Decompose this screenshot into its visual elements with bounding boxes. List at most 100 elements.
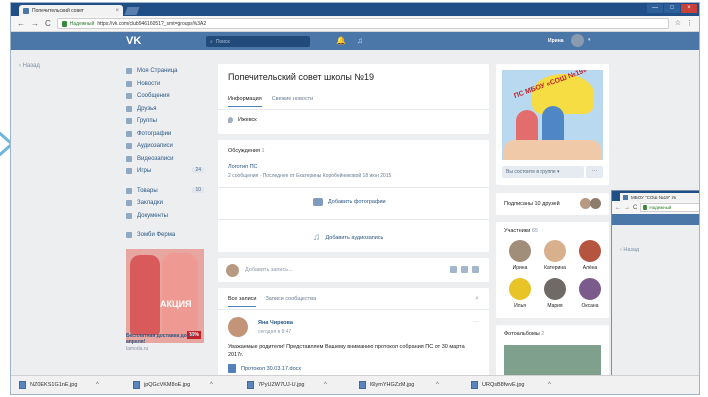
second-browser-window[interactable]: МБОУ "СОШ №19" Ук ← → C Надежный ‹ Назад (611, 190, 699, 378)
download-filename: URQsB8fwvE.jpg (482, 382, 525, 388)
add-audio-button[interactable]: ♫ Добавить аудиозапись (313, 232, 383, 243)
download-item[interactable]: 7PyUZW7UJ-U.jpg ^ (247, 381, 327, 389)
member-item[interactable]: Катерина (539, 240, 571, 271)
author-avatar[interactable] (228, 317, 248, 337)
member-status-button[interactable]: Вы состоите в группе ▾ (502, 166, 584, 178)
address-bar[interactable]: Надежный https://vk.com/club94616051?_sm… (56, 18, 669, 29)
address-bar-row: ← → C Надежный (612, 201, 699, 214)
forward-button[interactable]: → (624, 205, 630, 211)
post-menu-icon[interactable]: ··· (473, 319, 479, 325)
add-photo-button[interactable]: Добавить фотографии (313, 198, 386, 206)
members-title[interactable]: Участники 65 (504, 228, 538, 234)
sidebar-item[interactable]: Игры 24 (126, 165, 204, 178)
post-author[interactable]: Яна Чиркова (258, 320, 293, 326)
download-item[interactable]: NZ0EKS1G1nE.jpg ^ (19, 381, 99, 389)
sidebar-item[interactable]: Видеозаписи (126, 153, 204, 166)
back-button[interactable]: ← (17, 19, 25, 28)
forward-button[interactable]: → (31, 19, 39, 28)
discussions-label: Обсуждения (228, 148, 260, 154)
chevron-up-icon[interactable]: ^ (210, 382, 213, 388)
sidebar-item[interactable]: Друзья (126, 103, 204, 116)
tab-close-icon[interactable]: × (115, 8, 119, 14)
sidebar-item-label: Видеозаписи (137, 155, 174, 162)
back-link[interactable]: ‹ Назад (620, 247, 639, 253)
vk-search-input[interactable]: ⌕ Поиск (206, 36, 310, 47)
download-item[interactable]: l6lymYHGZzM.jpg ^ (359, 381, 439, 389)
sidebar-item[interactable]: Товары 10 (126, 185, 204, 198)
url-text[interactable]: https://vk.com/club94616051?_smt=groups%… (97, 21, 206, 27)
music-icon[interactable]: ♫ (357, 36, 363, 45)
vk-logo[interactable]: VK (126, 35, 141, 47)
more-actions-button[interactable]: ··· (586, 166, 603, 178)
reload-button[interactable]: C (633, 205, 637, 211)
sidebar-item-label: Друзья (137, 105, 157, 112)
member-item[interactable]: Мария (539, 278, 571, 309)
music-icon[interactable] (472, 266, 479, 273)
notifications-bell-icon[interactable]: 🔔 (336, 36, 346, 45)
back-link[interactable]: ‹ Назад (19, 63, 40, 69)
chevron-up-icon[interactable]: ^ (548, 382, 551, 388)
user-name[interactable]: Ирина (548, 38, 564, 44)
sidebar-item[interactable]: Аудиозаписи (126, 140, 204, 153)
chevron-up-icon[interactable]: ^ (96, 382, 99, 388)
video-icon[interactable] (461, 266, 468, 273)
download-item[interactable]: URQsB8fwvE.jpg ^ (471, 381, 551, 389)
sidebar-item[interactable]: Закладки (126, 197, 204, 210)
friends-card[interactable]: Подписаны 10 друзей (496, 193, 609, 215)
tab-all-posts[interactable]: Все записи (228, 296, 257, 307)
wall-card: Все записи Записи сообщества ⌕ Яна Чирко… (218, 288, 489, 383)
members-card: Участники 65 Ирина Катерина Алёна Илья Мария… (496, 222, 609, 318)
post-attachment[interactable]: Протокол 30.03.17.docx (228, 364, 301, 373)
sidebar-item-label: Сообщения (137, 93, 170, 100)
tab-community-posts[interactable]: Записи сообщества (265, 296, 316, 307)
ad-text[interactable]: Бесплатная доставка до 17 апреля! (126, 333, 208, 345)
sidebar-item[interactable]: Моя Страница (126, 65, 204, 78)
ad-site[interactable]: lamoda.ru (126, 346, 148, 352)
sidebar-item[interactable]: Сообщения (126, 90, 204, 103)
sidebar-item[interactable]: Зомби Ферма (126, 229, 204, 242)
close-window-button[interactable]: × (681, 4, 697, 13)
member-item[interactable]: Ирина (504, 240, 536, 271)
member-item[interactable]: Илья (504, 278, 536, 309)
member-item[interactable]: Алёна (574, 240, 606, 271)
menu-separator (126, 222, 204, 229)
image-file-icon (19, 381, 26, 389)
discussions-title[interactable]: Обсуждения 1 (228, 148, 265, 154)
minimize-button[interactable]: — (647, 4, 663, 13)
browser-menu-icon[interactable]: ⋮ (686, 19, 693, 27)
post-date[interactable]: сегодня в 8:47 (258, 329, 291, 335)
new-tab-button[interactable] (124, 7, 140, 15)
post-composer[interactable]: Добавить запись... (218, 258, 489, 282)
download-filename: 7PyUZW7UJ-U.jpg (258, 382, 305, 388)
sidebar-item-label: Зомби Ферма (137, 232, 176, 239)
chevron-up-icon[interactable]: ^ (436, 382, 439, 388)
tab-info[interactable]: Информация (228, 96, 262, 107)
topic-link[interactable]: Логотип ПС (228, 164, 258, 170)
tab-news[interactable]: Свежие новости (272, 96, 314, 107)
bookmark-star-icon[interactable]: ☆ (675, 19, 681, 27)
back-button[interactable]: ← (615, 205, 621, 211)
chevron-up-icon[interactable]: ^ (324, 382, 327, 388)
sidebar-item[interactable]: Фотографии (126, 128, 204, 141)
search-icon[interactable]: ⌕ (475, 295, 479, 303)
post-input[interactable]: Добавить запись... (245, 267, 293, 273)
cover-hands-shape (504, 140, 601, 160)
ad-banner[interactable]: АКЦИЯ 80% (126, 249, 204, 343)
albums-title[interactable]: Фотоальбомы 2 (504, 331, 544, 337)
download-item[interactable]: jpQGcVKM8oE.jpg ^ (133, 381, 213, 389)
camera-icon[interactable] (450, 266, 457, 273)
news-icon (126, 80, 132, 87)
chevron-down-icon[interactable]: ▾ (588, 37, 591, 43)
address-bar[interactable]: Надежный (640, 203, 699, 212)
group-avatar-image[interactable]: ПС МБОУ «СОШ №19» (502, 70, 603, 160)
browser-tab[interactable]: МБОУ "СОШ №19" Ук (620, 193, 699, 201)
user-avatar[interactable] (571, 34, 584, 47)
sidebar-item[interactable]: Группы (126, 115, 204, 128)
maximize-button[interactable]: □ (664, 4, 680, 13)
sidebar-item[interactable]: Новости (126, 78, 204, 91)
member-item[interactable]: Оксана (574, 278, 606, 309)
browser-tab[interactable]: Попечительский совет × (19, 5, 123, 16)
sidebar-item-label: Фотографии (137, 130, 172, 137)
sidebar-item[interactable]: Документы (126, 210, 204, 223)
reload-button[interactable]: C (45, 19, 51, 28)
